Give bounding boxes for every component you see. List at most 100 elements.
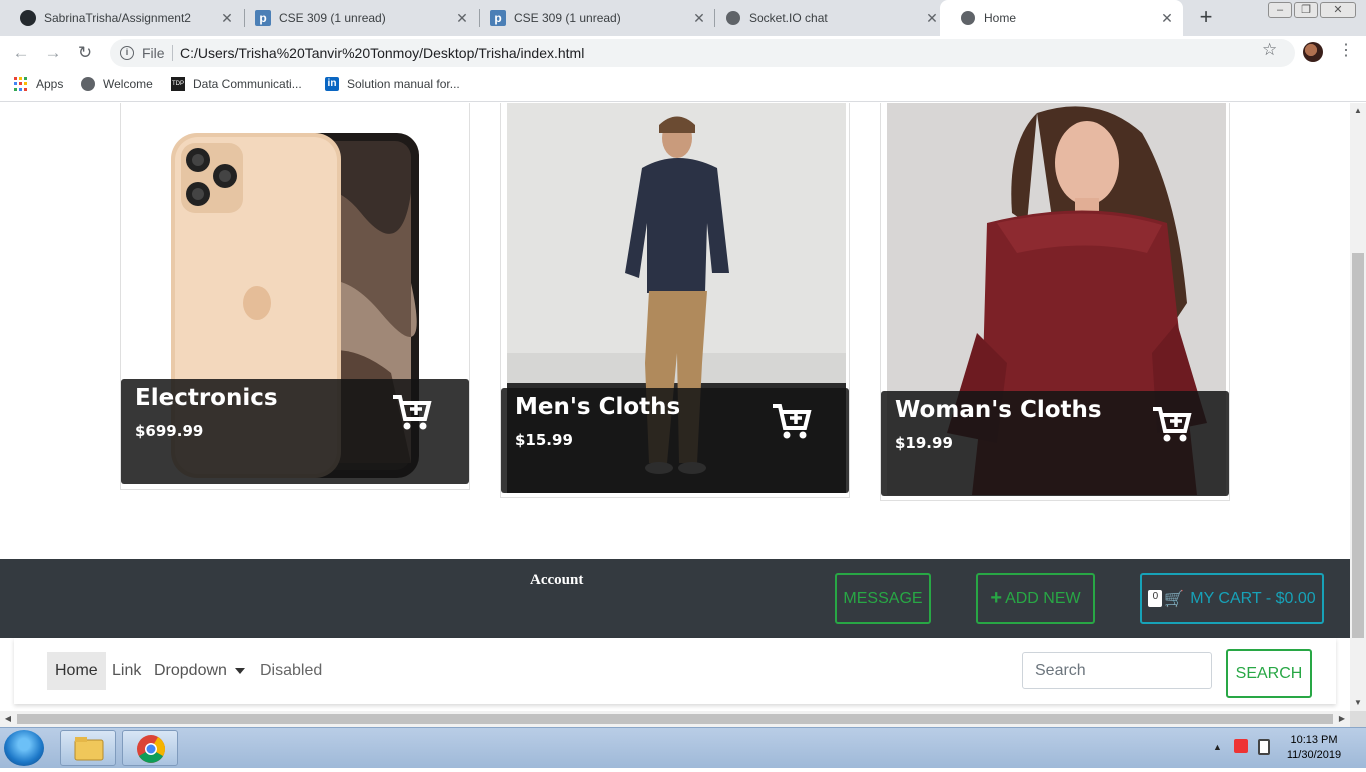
bookmark-star-icon[interactable]: ☆ xyxy=(1262,40,1277,60)
piazza-icon: p xyxy=(490,10,506,26)
my-cart-button[interactable]: 0 🛒 MY CART - $0.00 xyxy=(1140,573,1324,624)
product-caption: Men's Cloths $15.99 xyxy=(501,388,849,493)
forward-icon[interactable]: → xyxy=(40,40,66,66)
avatar[interactable] xyxy=(1303,42,1323,62)
product-caption: Electronics $699.99 xyxy=(121,379,469,484)
browser-tab-active[interactable]: Home ✕ xyxy=(940,0,1183,36)
close-tab-icon[interactable]: ✕ xyxy=(1159,10,1175,26)
product-price: $699.99 xyxy=(135,422,204,440)
browser-tab[interactable]: p CSE 309 (1 unread) ✕ xyxy=(470,0,715,36)
bookmark-label: Data Communicati... xyxy=(193,77,302,91)
account-heading[interactable]: Account xyxy=(530,572,583,589)
reload-icon[interactable]: ↻ xyxy=(72,40,98,66)
message-button[interactable]: MESSAGE xyxy=(835,573,931,624)
scroll-right-icon[interactable]: ▶ xyxy=(1334,711,1350,727)
search-input[interactable] xyxy=(1022,652,1212,689)
button-label: MESSAGE xyxy=(843,589,923,607)
cart-icon: 🛒 xyxy=(1164,590,1185,608)
globe-icon xyxy=(725,10,741,26)
product-category: Woman's Cloths xyxy=(895,397,1102,423)
close-tab-icon[interactable]: ✕ xyxy=(924,10,940,26)
button-label: ADD NEW xyxy=(1005,589,1081,607)
piazza-icon: p xyxy=(255,10,271,26)
show-hidden-icons-icon[interactable]: ▲ xyxy=(1213,742,1222,752)
product-card-womans-cloths[interactable]: Woman's Cloths $19.99 xyxy=(880,103,1230,501)
search-button[interactable]: SEARCH xyxy=(1226,649,1312,698)
globe-icon xyxy=(960,10,976,26)
file-explorer-icon[interactable] xyxy=(60,730,116,766)
scroll-up-icon[interactable]: ▲ xyxy=(1350,103,1366,119)
nav-link-disabled: Disabled xyxy=(260,662,323,679)
add-to-cart-icon[interactable] xyxy=(391,391,433,433)
github-icon xyxy=(20,10,36,26)
taskbar-clock[interactable]: 10:13 PM 11/30/2019 xyxy=(1282,733,1346,763)
clock-date: 11/30/2019 xyxy=(1286,749,1342,761)
globe-icon xyxy=(81,77,95,91)
url-text[interactable]: C:/Users/Trisha%20Tanvir%20Tonmoy/Deskto… xyxy=(180,45,584,61)
info-icon[interactable]: i xyxy=(120,46,134,60)
scroll-thumb[interactable] xyxy=(17,714,1333,724)
bookmark-welcome[interactable]: Welcome xyxy=(81,77,153,91)
tab-title: SabrinaTrisha/Assignment2 xyxy=(44,11,191,25)
apps-grid-icon xyxy=(14,77,28,91)
browser-toolbar: ← → ↻ i File C:/Users/Trisha%20Tanvir%20… xyxy=(0,36,1366,70)
bookmark-solution-manual[interactable]: in Solution manual for... xyxy=(325,77,460,91)
scroll-left-icon[interactable]: ◀ xyxy=(0,711,16,727)
power-icon[interactable] xyxy=(1258,739,1270,755)
network-error-icon[interactable] xyxy=(1234,739,1248,753)
horizontal-scrollbar[interactable]: ◀ ▶ xyxy=(0,711,1350,727)
plus-icon: + xyxy=(990,587,1003,609)
bookmark-apps[interactable]: Apps xyxy=(14,77,63,91)
page-viewport: Electronics $699.99 Men's Cloths $15.99 … xyxy=(0,103,1350,711)
add-new-button[interactable]: + ADD NEW xyxy=(976,573,1095,624)
nav-link-home[interactable]: Home xyxy=(47,652,106,690)
file-scheme-label: File xyxy=(142,45,165,61)
tab-title: CSE 309 (1 unread) xyxy=(279,11,386,25)
start-button[interactable] xyxy=(4,730,44,766)
tab-title: CSE 309 (1 unread) xyxy=(514,11,621,25)
browser-tab[interactable]: SabrinaTrisha/Assignment2 ✕ xyxy=(0,0,243,36)
nav-link[interactable]: Link xyxy=(104,652,149,690)
tab-title: Home xyxy=(984,11,1017,25)
taskbar: ▲ xyxy=(0,727,1366,768)
product-card-electronics[interactable]: Electronics $699.99 xyxy=(120,103,470,490)
bookmark-label: Welcome xyxy=(103,77,153,91)
address-bar[interactable]: i File C:/Users/Trisha%20Tanvir%20Tonmoy… xyxy=(110,39,1295,67)
restore-icon[interactable]: ❐ xyxy=(1294,2,1318,18)
footer-bar: Account MESSAGE + ADD NEW 0 🛒 MY CART - … xyxy=(0,559,1350,638)
tdp-icon: TDP xyxy=(171,77,185,91)
product-card-mens-cloths[interactable]: Men's Cloths $15.99 xyxy=(500,103,850,498)
bookmark-label: Apps xyxy=(36,77,64,91)
browser-menu-icon[interactable]: ⋮ xyxy=(1338,40,1354,62)
add-to-cart-icon[interactable] xyxy=(771,400,813,442)
browser-tab[interactable]: p CSE 309 (1 unread) ✕ xyxy=(235,0,478,36)
button-label: SEARCH xyxy=(1235,664,1303,682)
chrome-icon[interactable] xyxy=(122,730,178,766)
minimize-icon[interactable]: – xyxy=(1268,2,1292,18)
product-caption: Woman's Cloths $19.99 xyxy=(881,391,1229,496)
bookmark-label: Solution manual for... xyxy=(347,77,460,91)
tab-title: Socket.IO chat xyxy=(749,11,828,25)
clock-time: 10:13 PM xyxy=(1290,734,1338,746)
nav-dropdown[interactable]: Dropdown xyxy=(146,652,253,690)
product-category: Electronics xyxy=(135,385,278,411)
nav-dropdown-label: Dropdown xyxy=(154,662,227,679)
close-tab-icon[interactable]: ✕ xyxy=(454,10,470,26)
scroll-down-icon[interactable]: ▼ xyxy=(1350,695,1366,711)
back-icon[interactable]: ← xyxy=(8,40,34,66)
product-price: $19.99 xyxy=(895,434,953,452)
bookmarks-bar: Apps Welcome TDP Data Communicati... in … xyxy=(0,70,1366,102)
browser-tab-strip: SabrinaTrisha/Assignment2 ✕ p CSE 309 (1… xyxy=(0,0,1366,36)
navbar: Home Link Dropdown Disabled SEARCH xyxy=(14,638,1336,704)
product-price: $15.99 xyxy=(515,431,573,449)
close-window-icon[interactable]: ✕ xyxy=(1320,2,1356,18)
vertical-scrollbar[interactable]: ▲ ▼ xyxy=(1350,103,1366,711)
cart-count-badge: 0 xyxy=(1148,590,1163,607)
browser-tab[interactable]: Socket.IO chat ✕ xyxy=(705,0,948,36)
scroll-thumb[interactable] xyxy=(1352,253,1364,638)
close-tab-icon[interactable]: ✕ xyxy=(219,10,235,26)
product-category: Men's Cloths xyxy=(515,394,681,420)
add-to-cart-icon[interactable] xyxy=(1151,403,1193,445)
bookmark-data-communication[interactable]: TDP Data Communicati... xyxy=(171,77,302,91)
new-tab-icon[interactable]: + xyxy=(1195,6,1217,28)
